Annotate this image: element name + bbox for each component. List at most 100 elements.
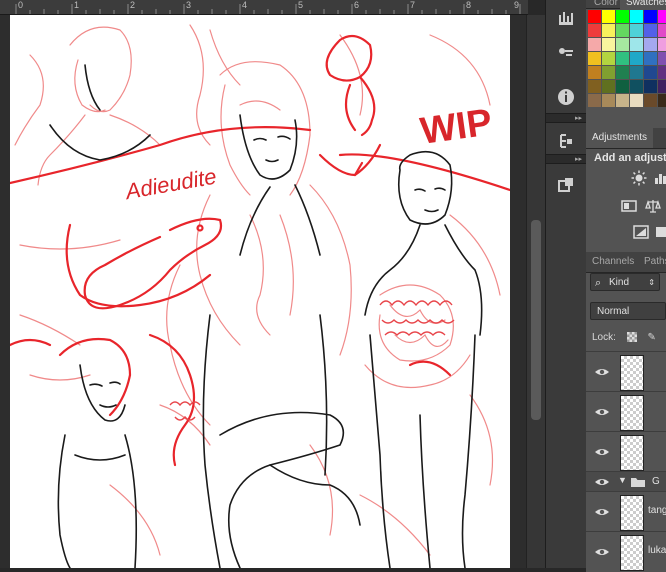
brightness-icon[interactable] — [630, 170, 648, 186]
group-name: G — [652, 476, 660, 487]
color-swatch[interactable] — [658, 94, 666, 107]
dock-collapse-bar[interactable]: ▸▸ — [546, 154, 586, 164]
lock-label: Lock: — [592, 332, 616, 343]
color-swatch[interactable] — [616, 52, 629, 65]
layer-thumbnail — [620, 435, 644, 471]
tab-channels[interactable]: Channels — [586, 252, 640, 272]
eye-icon[interactable] — [594, 404, 610, 420]
panel-icon-dock: ▸▸ ▸▸ — [545, 0, 587, 568]
color-swatch[interactable] — [602, 52, 615, 65]
color-swatch[interactable] — [644, 52, 657, 65]
eye-icon[interactable] — [594, 504, 610, 520]
color-swatch[interactable] — [602, 10, 615, 23]
color-swatch[interactable] — [644, 94, 657, 107]
color-swatch[interactable] — [630, 80, 643, 93]
eye-icon[interactable] — [594, 364, 610, 380]
color-swatch[interactable] — [588, 66, 601, 79]
color-swatch[interactable] — [644, 38, 657, 51]
color-swatch[interactable] — [658, 38, 666, 51]
layer-row[interactable] — [586, 351, 666, 392]
color-swatch[interactable] — [616, 80, 629, 93]
color-swatch[interactable] — [616, 38, 629, 51]
color-swatch[interactable] — [630, 10, 643, 23]
scrollbar-thumb[interactable] — [531, 220, 541, 420]
panels-column: Color Swatches Adjustments Add an adjust… — [586, 0, 666, 572]
color-swatch[interactable] — [644, 24, 657, 37]
color-swatch[interactable] — [658, 80, 666, 93]
color-swatch[interactable] — [602, 38, 615, 51]
color-swatch[interactable] — [588, 38, 601, 51]
tab-adjustments[interactable]: Adjustments — [586, 128, 654, 148]
color-swatch[interactable] — [616, 24, 629, 37]
invert-icon[interactable] — [632, 224, 650, 240]
ruler-number: 5 — [298, 0, 304, 10]
layer-name: tang — [648, 505, 666, 516]
tab-paths[interactable]: Paths — [638, 252, 666, 272]
properties-icon[interactable] — [552, 172, 580, 198]
color-swatch[interactable] — [658, 52, 666, 65]
color-swatch[interactable] — [588, 10, 601, 23]
ruler-number: 3 — [186, 0, 192, 10]
color-swatch[interactable] — [630, 24, 643, 37]
lock-brush-icon[interactable]: ✎ — [647, 332, 655, 343]
color-swatch[interactable] — [644, 10, 657, 23]
color-swatch[interactable] — [602, 80, 615, 93]
color-swatch[interactable] — [644, 66, 657, 79]
color-swatch[interactable] — [630, 52, 643, 65]
blend-mode-select[interactable]: Normal — [590, 302, 666, 320]
color-swatch[interactable] — [630, 94, 643, 107]
layer-row[interactable] — [586, 391, 666, 432]
layer-thumbnail — [620, 395, 644, 431]
balance-icon[interactable] — [644, 198, 662, 214]
layer-kind-filter[interactable]: ⌕ Kind ⇕ — [590, 273, 660, 291]
color-swatch[interactable] — [658, 24, 666, 37]
layer-row[interactable]: luka — [586, 531, 666, 572]
layer-row[interactable]: tang — [586, 491, 666, 532]
brush-presets-icon[interactable] — [552, 4, 580, 30]
color-swatch[interactable] — [602, 66, 615, 79]
eye-icon[interactable] — [594, 444, 610, 460]
color-swatch[interactable] — [658, 66, 666, 79]
color-swatch[interactable] — [630, 38, 643, 51]
layers-tabbar: Channels Paths — [586, 252, 666, 273]
adjustments-heading: Add an adjustment — [594, 152, 666, 164]
layer-thumbnail — [620, 535, 644, 571]
history-icon[interactable] — [552, 128, 580, 154]
document-window[interactable]: Adieudite WIP — [0, 15, 526, 568]
chevron-down-icon[interactable]: ▼ — [618, 475, 627, 485]
color-swatch[interactable] — [644, 80, 657, 93]
color-swatch[interactable] — [588, 94, 601, 107]
layer-group-row[interactable]: ▼ G — [586, 471, 666, 492]
color-swatch[interactable] — [616, 10, 629, 23]
ruler-number: 6 — [354, 0, 360, 10]
color-swatch[interactable] — [630, 66, 643, 79]
dock-collapse-bar[interactable]: ▸▸ — [546, 113, 586, 123]
gradient-map-icon[interactable] — [654, 224, 666, 240]
adjustments-tabbar: Adjustments — [586, 128, 666, 149]
vertical-scrollbar[interactable] — [526, 15, 545, 568]
color-swatch[interactable] — [616, 94, 629, 107]
ruler-number: 4 — [242, 0, 248, 10]
color-swatch[interactable] — [588, 80, 601, 93]
drawing-canvas[interactable]: Adieudite WIP — [10, 15, 510, 568]
color-swatch[interactable] — [588, 52, 601, 65]
levels-icon[interactable] — [652, 170, 666, 186]
exposure-icon[interactable] — [620, 198, 638, 214]
horizontal-ruler[interactable]: 0 1 2 3 4 5 6 7 8 9 — [0, 0, 528, 15]
eye-icon[interactable] — [594, 544, 610, 560]
color-swatch[interactable] — [658, 10, 666, 23]
layer-row[interactable] — [586, 431, 666, 472]
color-swatch[interactable] — [602, 94, 615, 107]
clone-source-icon[interactable] — [552, 40, 580, 66]
ruler-number: 8 — [466, 0, 472, 10]
color-swatch[interactable] — [602, 24, 615, 37]
artwork-text-wip: WIP — [418, 101, 495, 153]
ruler-number: 1 — [74, 0, 80, 10]
info-icon[interactable] — [552, 84, 580, 110]
lock-transparent-icon[interactable] — [626, 332, 637, 343]
color-swatch[interactable] — [616, 66, 629, 79]
lock-row: Lock: ✎ — [592, 332, 656, 343]
eye-icon[interactable] — [594, 474, 610, 490]
swatch-grid — [586, 8, 666, 108]
color-swatch[interactable] — [588, 24, 601, 37]
